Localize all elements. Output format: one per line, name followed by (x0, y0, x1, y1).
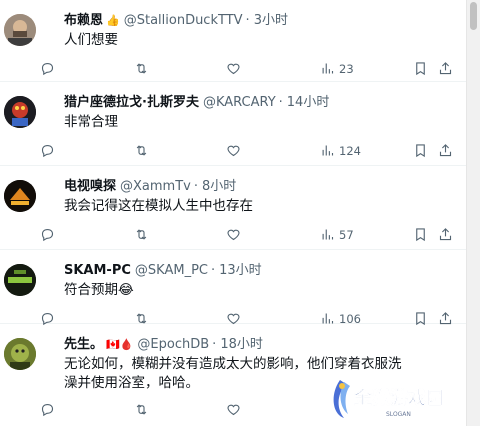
bookmark-button[interactable] (413, 227, 428, 242)
timestamp[interactable]: 13小时 (219, 262, 262, 280)
display-name[interactable]: 布赖恩 (64, 12, 103, 30)
share-button[interactable] (438, 143, 453, 158)
like-button[interactable] (226, 227, 241, 242)
like-button[interactable] (226, 61, 241, 76)
retweet-button[interactable] (134, 227, 149, 242)
views-icon (322, 145, 334, 156)
retweet-button[interactable] (134, 402, 149, 417)
bookmark-button[interactable] (413, 143, 428, 158)
bookmark-icon (416, 228, 425, 242)
separator-dot: · (245, 13, 250, 28)
avatar[interactable] (4, 338, 36, 370)
separator-dot: · (278, 95, 283, 110)
like-icon (227, 404, 240, 416)
share-button[interactable] (438, 61, 453, 76)
like-icon (227, 145, 240, 157)
views-count: 23 (339, 61, 354, 76)
like-icon (227, 229, 240, 241)
user-handle[interactable]: @KARCARY (203, 94, 276, 112)
separator-dot: · (210, 263, 216, 278)
retweet-button[interactable] (134, 143, 149, 158)
bookmark-button[interactable] (413, 61, 428, 76)
share-button[interactable] (438, 227, 453, 242)
retweet-icon (136, 229, 147, 240)
tweet-item[interactable]: 电视嗅探 @XammTv · 8小时 我会记得这在模拟人生中也存在 57 (0, 166, 466, 250)
reply-icon (41, 228, 54, 242)
avatar[interactable] (4, 96, 36, 128)
tweet-text: 人们想要 (64, 32, 118, 48)
reply-button[interactable] (40, 143, 55, 158)
views-button[interactable]: 124 (320, 143, 361, 158)
like-icon (227, 63, 240, 75)
share-icon (439, 144, 452, 157)
avatar[interactable] (4, 14, 36, 46)
display-name[interactable]: 猎户座德拉戈·扎斯罗夫 (64, 94, 199, 112)
like-button[interactable] (226, 143, 241, 158)
tweet-item[interactable]: 布赖恩 👍 @StallionDuckTTV · 3小时 人们想要 23 (0, 0, 466, 82)
emoji-badge: 🇨🇦🩸 (106, 338, 134, 351)
watermark-logo: 金猴游戏园 SLOGAN (328, 374, 448, 422)
tweet-text: 我会记得这在模拟人生中也存在 (64, 198, 253, 214)
timestamp[interactable]: 3小时 (254, 12, 288, 30)
views-icon (322, 63, 334, 74)
retweet-icon (136, 63, 147, 74)
separator-dot: · (212, 337, 217, 352)
avatar[interactable] (4, 180, 36, 212)
tweet-text: 非常合理 (64, 114, 118, 130)
display-name[interactable]: 先生。 (64, 336, 103, 354)
separator-dot: · (193, 179, 198, 194)
retweet-icon (136, 145, 147, 156)
display-name[interactable]: SKAM-PC (64, 262, 131, 280)
timestamp[interactable]: 14小时 (287, 94, 330, 112)
views-icon (322, 229, 334, 240)
user-handle[interactable]: @StallionDuckTTV (124, 12, 243, 30)
svg-text:金猴游戏园: 金猴游戏园 (353, 387, 444, 409)
timestamp[interactable]: 18小时 (220, 336, 263, 354)
scrollbar-thumb[interactable] (470, 2, 477, 30)
tweet-feed: 布赖恩 👍 @StallionDuckTTV · 3小时 人们想要 23 猎户座… (0, 0, 466, 426)
retweet-button[interactable] (134, 61, 149, 76)
share-icon (439, 228, 452, 241)
views-button[interactable]: 57 (320, 227, 354, 242)
retweet-icon (136, 404, 147, 415)
user-handle[interactable]: @XammTv (120, 178, 191, 196)
reply-button[interactable] (40, 61, 55, 76)
user-handle[interactable]: @SKAM_PC (135, 262, 208, 280)
tweet-item[interactable]: 猎户座德拉戈·扎斯罗夫 @KARCARY · 14小时 非常合理 124 (0, 82, 466, 166)
share-icon (439, 62, 452, 75)
reply-icon (41, 403, 54, 417)
views-count: 124 (339, 143, 361, 158)
reply-button[interactable] (40, 227, 55, 242)
like-button[interactable] (226, 402, 241, 417)
tweet-item[interactable]: SKAM-PC @SKAM_PC · 13小时 符合预期😂 106 (0, 250, 466, 326)
timestamp[interactable]: 8小时 (202, 178, 236, 196)
action-bar: 124 (41, 137, 454, 165)
scrollbar[interactable] (466, 0, 480, 426)
views-button[interactable]: 23 (320, 61, 354, 76)
reply-icon (41, 62, 54, 76)
reply-button[interactable] (40, 402, 55, 417)
reply-icon (41, 144, 54, 158)
tweet-text: 符合预期😂 (64, 282, 134, 298)
views-count: 57 (339, 227, 354, 242)
action-bar: 57 (41, 221, 454, 249)
svg-text:SLOGAN: SLOGAN (386, 411, 411, 418)
display-name[interactable]: 电视嗅探 (64, 178, 116, 196)
bookmark-icon (416, 62, 425, 76)
emoji-badge: 👍 (106, 14, 120, 27)
action-bar: 23 (41, 55, 454, 83)
avatar[interactable] (4, 264, 36, 296)
user-handle[interactable]: @EpochDB (137, 336, 209, 354)
bookmark-icon (416, 144, 425, 158)
